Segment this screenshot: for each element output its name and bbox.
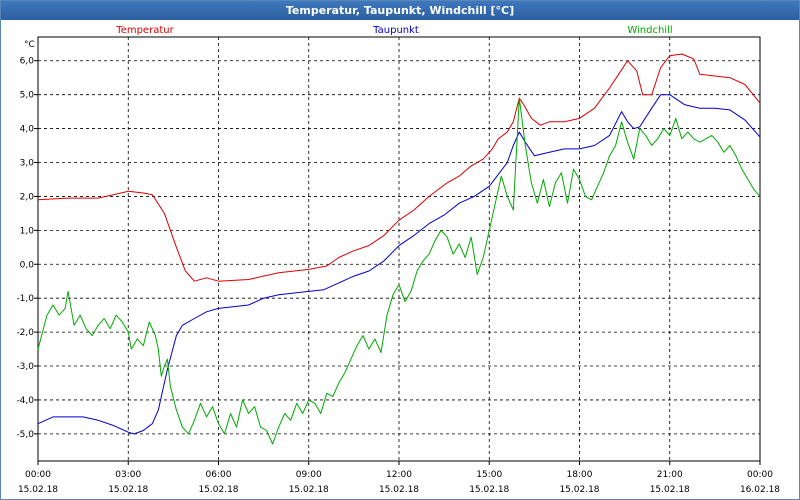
- x-tick-date-label: 15.02.18: [198, 485, 238, 495]
- y-axis: -5,0 -4,0 -3,0 -2,0 -1,0 0,0 1,0 2,0 3,0 4,0 5,0 6,…: [16, 57, 38, 440]
- y-tick-label: 1,0: [20, 226, 35, 236]
- x-tick-date-label: 15.02.18: [650, 485, 690, 495]
- x-tick-time-label: 00:00: [747, 470, 773, 480]
- x-tick-time-label: 09:00: [296, 470, 322, 480]
- x-tick-date-label: 15.02.18: [289, 485, 329, 495]
- y-tick-label: 5,0: [20, 91, 35, 101]
- x-axis: 00:00 15.02.18 03:00 15.02.18 06:00 15.02.18 0…: [18, 461, 780, 495]
- y-tick-label: -3,0: [16, 362, 34, 372]
- y-tick-label: -2,0: [16, 328, 34, 338]
- y-tick-label: 3,0: [20, 159, 35, 169]
- line-chart: -5,0 -4,0 -3,0 -2,0 -1,0 0,0 1,0 2,0 3,0 4,0 5,0 6,…: [16, 25, 780, 495]
- x-tick-date-label: 15.02.18: [108, 485, 148, 495]
- x-tick-time-label: 18:00: [567, 470, 593, 480]
- y-tick-label: -5,0: [16, 430, 34, 440]
- x-tick-date-label: 15.02.18: [379, 485, 419, 495]
- x-tick-date-label: 16.02.18: [740, 485, 780, 495]
- x-tick-time-label: 15:00: [476, 470, 502, 480]
- x-tick-time-label: 00:00: [25, 470, 51, 480]
- x-tick-time-label: 06:00: [206, 470, 232, 480]
- y-tick-label: -4,0: [16, 396, 34, 406]
- grid: [38, 37, 760, 461]
- y-tick-label: 2,0: [20, 192, 35, 202]
- x-tick-time-label: 21:00: [657, 470, 683, 480]
- y-tick-label: 0,0: [20, 260, 35, 270]
- legend-temperatur: Temperatur: [115, 25, 174, 36]
- legend-windchill: Windchill: [627, 25, 672, 36]
- y-tick-label: 6,0: [20, 57, 35, 67]
- x-tick-date-label: 15.02.18: [559, 485, 599, 495]
- legend-taupunkt: Taupunkt: [372, 25, 419, 36]
- x-tick-time-label: 03:00: [115, 470, 141, 480]
- y-tick-label: 4,0: [20, 125, 35, 135]
- y-axis-unit: °C: [24, 40, 35, 50]
- x-tick-time-label: 12:00: [386, 470, 412, 480]
- x-tick-date-label: 15.02.18: [18, 485, 58, 495]
- y-tick-label: -1,0: [16, 294, 34, 304]
- x-tick-date-label: 15.02.18: [469, 485, 509, 495]
- legend: Temperatur Taupunkt Windchill: [115, 25, 672, 36]
